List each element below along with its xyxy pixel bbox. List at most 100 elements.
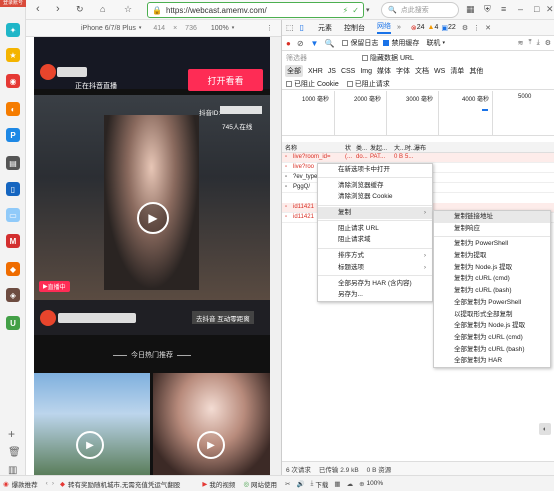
type-filter-xhr[interactable]: XHR (308, 68, 323, 75)
search-network-icon[interactable]: 🔍 (324, 39, 334, 48)
login-badge[interactable]: 登录账号 (0, 0, 26, 7)
app-icon-1[interactable]: ✦ (6, 23, 20, 37)
throttle-select[interactable]: 联机 (426, 38, 440, 48)
maximize-icon[interactable]: □ (534, 4, 539, 14)
doc-icon[interactable]: ▯ (6, 182, 20, 196)
type-filter-media[interactable]: 媒体 (377, 66, 391, 76)
submenu-copy-curl-cmd[interactable]: 复制为 cURL (cmd) (434, 273, 550, 285)
col-status[interactable]: 状 (345, 143, 356, 152)
submenu-copy-all-powershell[interactable]: 全部复制为 PowerShell (434, 297, 550, 309)
tab-console[interactable]: 控制台 (344, 23, 365, 33)
url-dropdown-icon[interactable]: ▾ (366, 6, 370, 14)
lightning-icon[interactable]: ⚡ (343, 6, 349, 15)
search-box[interactable]: 🔍 点此搜索 (381, 2, 459, 18)
submenu-copy-all-fetch[interactable]: 以提取形式全部复制 (434, 309, 550, 321)
cloud-icon[interactable]: ☁ (347, 480, 354, 488)
type-filter-js[interactable]: JS (328, 68, 336, 75)
submenu-copy-all-curl-cmd[interactable]: 全部复制为 cURL (cmd) (434, 332, 550, 344)
device-height[interactable]: 736 (185, 25, 197, 32)
live-video[interactable]: 抖音ID: 745人在线 ▶ ▶ 直播中 (34, 95, 270, 300)
add-icon[interactable]: + (8, 427, 15, 441)
app-icon-6[interactable]: ▤ (6, 156, 20, 170)
more-tabs-icon[interactable]: » (397, 24, 401, 31)
warning-icon[interactable]: ▲ (428, 24, 435, 31)
submenu-copy-nodejs-fetch[interactable]: 复制为 Node.js 提取 (434, 262, 550, 274)
thumb-play-icon-2[interactable]: ▶ (197, 431, 225, 459)
device-toggle-icon[interactable]: ▯ (300, 23, 304, 32)
screenshot-icon[interactable]: ✂ (285, 480, 290, 488)
zoom-level[interactable]: 100% (367, 480, 384, 487)
app-icon-8[interactable]: ▭ (6, 208, 20, 222)
overview-timeline[interactable]: 1000 毫秒 2000 毫秒 3000 毫秒 4000 毫秒 5000 (282, 91, 554, 136)
menu-clear-cache[interactable]: 清除浏览器缓存 (318, 180, 432, 192)
type-filter-css[interactable]: CSS (341, 68, 355, 75)
open-app-button[interactable]: 打开看看 (188, 69, 263, 91)
news-ticker[interactable]: 转有奖励随机城市,无需充值凭运气翻股 (68, 479, 180, 489)
devtools-more-icon[interactable]: ⋮ (473, 24, 480, 32)
device-select[interactable]: iPhone 6/7/8 Plus (81, 25, 136, 32)
type-filter-img[interactable]: Img (360, 68, 372, 75)
zoom-icon[interactable]: ⊕ (359, 480, 364, 488)
menu-block-url[interactable]: 阻止请求 URL (318, 223, 432, 235)
disable-cache-checkbox[interactable] (383, 40, 390, 46)
game-icon-2[interactable]: ◈ (6, 288, 20, 302)
wifi-icon[interactable]: ≋ (518, 39, 524, 47)
trash-icon[interactable]: 🗑 (8, 447, 21, 458)
device-dropdown-icon[interactable]: ▾ (139, 25, 142, 31)
menu-save-har[interactable]: 全部另存为 HAR (含内容) (318, 278, 432, 290)
menu-header-options[interactable]: 标题选项 › (318, 262, 432, 274)
refresh-icon[interactable]: ↻ (76, 4, 84, 15)
favorites-icon[interactable]: ★ (6, 48, 20, 62)
home-icon[interactable]: ⌂ (100, 4, 105, 14)
menu-copy[interactable]: 复制 › (318, 207, 432, 219)
close-window-icon[interactable]: ✕ (546, 4, 554, 15)
download-icon[interactable]: ⤓ (311, 480, 314, 488)
throttle-dropdown-icon[interactable]: ▾ (442, 40, 445, 46)
hide-data-url-checkbox[interactable] (362, 54, 368, 61)
filter-icon[interactable]: ▼ (311, 39, 319, 48)
game-icon-1[interactable]: ◆ (6, 262, 20, 276)
recommend-thumb-1[interactable]: ▶ (34, 373, 150, 475)
menu-open-new-tab[interactable]: 在新选项卡中打开 (318, 164, 432, 176)
devtools-close-icon[interactable]: ✕ (485, 24, 491, 32)
zoom-dropdown-icon[interactable]: ▾ (232, 25, 235, 31)
col-time[interactable]: 时... (405, 143, 416, 152)
record-icon[interactable]: ● (286, 39, 291, 48)
recommend-thumb-2[interactable]: ▶ (153, 373, 270, 475)
inspect-icon[interactable]: ⬚ (286, 23, 294, 32)
next-icon[interactable]: › (52, 480, 54, 487)
prev-icon[interactable]: ‹ (46, 480, 48, 487)
type-filter-font[interactable]: 字体 (396, 66, 410, 76)
thumb-play-icon-1[interactable]: ▶ (76, 431, 104, 459)
submenu-copy-response[interactable]: 复制响应 (434, 223, 550, 235)
submenu-copy-all-nodejs[interactable]: 全部复制为 Node.js 提取 (434, 320, 550, 332)
blocked-requests-checkbox[interactable] (346, 80, 353, 87)
recommend-link[interactable]: 爆款推荐 (12, 479, 38, 489)
shield-icon[interactable]: ⛨ (484, 4, 491, 15)
star-icon[interactable]: ☆ (124, 4, 132, 15)
address-bar[interactable]: 🔒 https://webcast.amemv.com/ ⚡ ✓ (147, 2, 364, 18)
menu-icon[interactable]: ≡ (501, 4, 506, 14)
forward-icon[interactable]: › (56, 3, 60, 15)
preserve-log-checkbox[interactable] (342, 40, 349, 46)
submenu-copy-all-curl-bash[interactable]: 全部复制为 cURL (bash) (434, 344, 550, 356)
col-size[interactable]: 大... (394, 143, 405, 152)
col-type[interactable]: 类... (356, 143, 370, 152)
table-row[interactable]: ▫ live?room_id= (... do... PAT... 0 B 5.… (282, 153, 554, 163)
blocked-cookie-checkbox[interactable] (286, 80, 292, 87)
my-video-link[interactable]: 我的视频 (209, 479, 235, 489)
menu-block-domain[interactable]: 阻止请求域 (318, 234, 432, 246)
type-filter-manifest[interactable]: 清单 (450, 66, 464, 76)
p-app-icon[interactable]: P (6, 128, 20, 142)
back-icon[interactable]: ‹ (36, 3, 40, 15)
submenu-copy-fetch[interactable]: 复制为提取 (434, 250, 550, 262)
extension-icon[interactable]: ▦ (466, 4, 475, 15)
filter-input[interactable]: 筛选器 (286, 53, 307, 63)
menu-clear-cookies[interactable]: 清除浏览器 Cookie (318, 191, 432, 203)
download-label[interactable]: 下载 (315, 479, 328, 489)
clear-icon[interactable]: ⊘ (297, 39, 304, 48)
col-name[interactable]: 名称 (285, 143, 345, 152)
app-icon-4[interactable]: ◐ (6, 102, 20, 116)
minimize-icon[interactable]: – (518, 4, 523, 14)
waterfall-toggle-icon[interactable]: ◐ (539, 423, 551, 435)
